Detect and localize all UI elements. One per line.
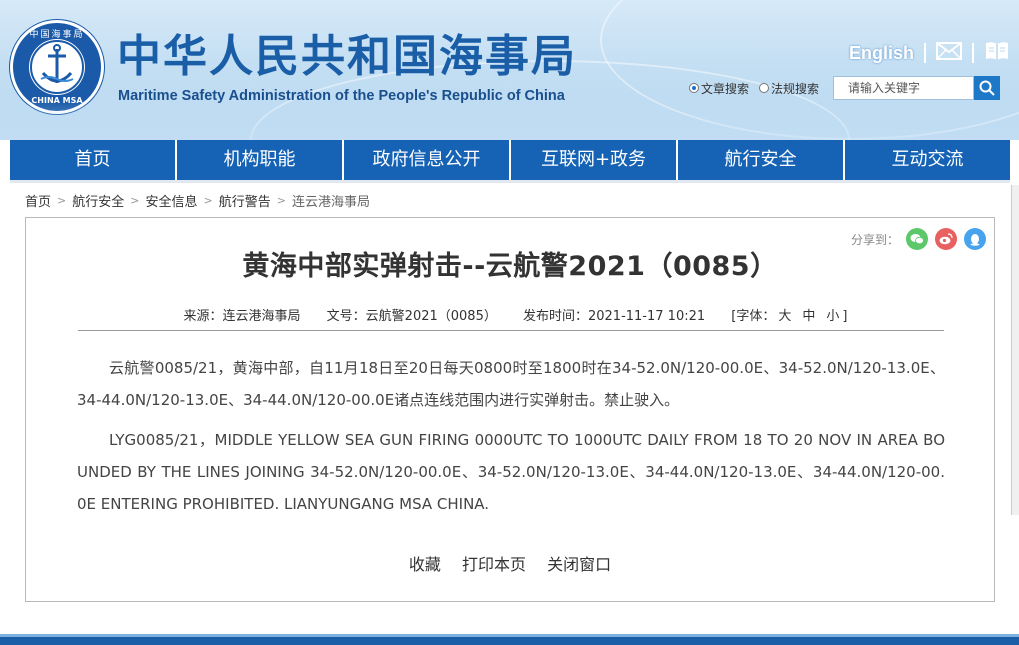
search-option-article-radio[interactable] (689, 83, 699, 93)
font-size-small[interactable]: 小 (826, 309, 839, 324)
close-window-button[interactable]: 关闭窗口 (547, 555, 611, 574)
breadcrumb-nav-warnings[interactable]: 航行警告 (219, 191, 271, 210)
site-subtitle: Maritime Safety Administration of the Pe… (118, 88, 565, 104)
article-body: 云航警0085/21，黄海中部，自11月18日至20日每天0800时至1800时… (77, 352, 945, 528)
logo-bottom-text: CHINA MSA (31, 96, 83, 105)
chevron-right-icon: > (130, 194, 140, 207)
logo-emblem (29, 39, 85, 95)
nav-shadow (10, 180, 1010, 183)
meta-divider (78, 330, 944, 331)
chevron-right-icon: > (276, 194, 286, 207)
search-icon (979, 80, 995, 96)
nav-item-gov-info[interactable]: 政府信息公开 (344, 140, 511, 180)
breadcrumb-home[interactable]: 首页 (25, 191, 51, 210)
breadcrumb: 首页 > 航行安全 > 安全信息 > 航行警告 > 连云港海事局 (25, 191, 370, 210)
chevron-right-icon: > (57, 194, 67, 207)
top-links: English (849, 40, 1010, 66)
search-button[interactable] (974, 76, 1001, 100)
font-size-medium[interactable]: 中 (802, 309, 815, 324)
book-icon[interactable] (984, 40, 1010, 66)
article-meta: 来源：连云港海事局 文号：云航警2021（0085） 发布时间：2021-11-… (26, 305, 994, 324)
article-paragraph-en: LYG0085/21，MIDDLE YELLOW SEA GUN FIRING … (77, 431, 945, 513)
article-title: 黄海中部实弹射击--云航警2021（0085） (242, 251, 778, 282)
article-paragraph-cn: 云航警0085/21，黄海中部，自11月18日至20日每天0800时至1800时… (77, 359, 945, 409)
nav-item-navigation-safety[interactable]: 航行安全 (678, 140, 845, 180)
site-header: 中国海事局 CHINA MSA 中华人民共和国海事局 Maritime Safe… (0, 0, 1019, 140)
nav-item-home[interactable]: 首页 (10, 140, 177, 180)
english-link[interactable]: English (849, 43, 914, 64)
divider (924, 43, 927, 63)
search-option-article-label[interactable]: 文章搜索 (701, 80, 749, 97)
font-size-label: [字体： (731, 309, 776, 324)
font-size-end: ] (842, 309, 848, 324)
site-title[interactable]: 中华人民共和国海事局 (117, 30, 577, 84)
meta-publish-time: 发布时间：2021-11-17 10:21 (522, 309, 706, 324)
search-area: 文章搜索 法规搜索 请输入关键字 (689, 75, 1001, 101)
search-input[interactable]: 请输入关键字 (833, 76, 975, 100)
breadcrumb-current[interactable]: 连云港海事局 (292, 191, 370, 210)
mail-icon[interactable] (936, 41, 963, 65)
side-scroll-edge (1011, 185, 1019, 515)
msa-logo[interactable]: 中国海事局 CHINA MSA (10, 20, 104, 114)
font-size-large[interactable]: 大 (778, 309, 791, 324)
meta-doc-number: 文号：云航警2021（0085） (326, 309, 497, 324)
footer-bar (0, 634, 1019, 645)
breadcrumb-navigation-safety[interactable]: 航行安全 (72, 191, 124, 210)
breadcrumb-safety-info[interactable]: 安全信息 (145, 191, 197, 210)
article-container: 分享到： 黄海中部实弹射击--云航警2021（0085） 来源：连云港海事局 文… (25, 217, 995, 602)
divider (972, 43, 975, 63)
nav-item-internet-gov[interactable]: 互联网+政务 (511, 140, 678, 180)
nav-item-interaction[interactable]: 互动交流 (845, 140, 1010, 180)
favorite-button[interactable]: 收藏 (409, 555, 441, 574)
print-button[interactable]: 打印本页 (462, 555, 526, 574)
search-option-law-label[interactable]: 法规搜索 (771, 80, 819, 97)
meta-source: 来源：连云港海事局 (183, 309, 301, 324)
anchor-icon (30, 40, 84, 94)
main-nav: 首页 机构职能 政府信息公开 互联网+政务 航行安全 互动交流 (10, 140, 1010, 180)
chevron-right-icon: > (203, 194, 213, 207)
nav-item-functions[interactable]: 机构职能 (177, 140, 344, 180)
article-actions: 收藏 打印本页 关闭窗口 (26, 551, 994, 575)
search-option-law-radio[interactable] (759, 83, 770, 93)
